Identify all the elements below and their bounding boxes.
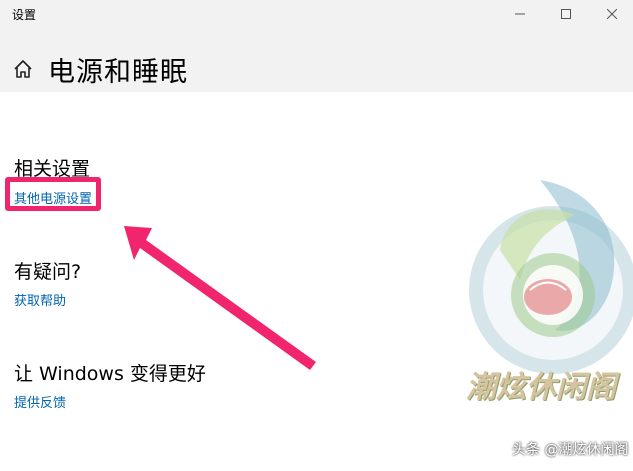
title-bar: 设置 [0, 0, 633, 28]
maximize-button[interactable] [543, 0, 589, 28]
footer-credit: 头条 @潮炫休闲阁 [512, 442, 629, 458]
watermark-text: 潮炫休闲阁 [466, 370, 616, 405]
maximize-icon [561, 9, 571, 19]
give-feedback-link[interactable]: 提供反馈 [14, 392, 66, 411]
home-icon[interactable] [12, 58, 34, 80]
improve-windows-heading: 让 Windows 变得更好 [14, 363, 206, 385]
close-button[interactable] [589, 0, 633, 28]
highlight-box [5, 177, 101, 211]
get-help-link[interactable]: 获取帮助 [14, 290, 66, 309]
minimize-button[interactable] [497, 0, 543, 28]
page-header: 电源和睡眠 [0, 28, 633, 92]
page-title: 电源和睡眠 [48, 57, 188, 88]
minimize-icon [515, 13, 525, 15]
toutiao-badge-icon [493, 440, 509, 456]
close-icon [607, 9, 617, 19]
app-title: 设置 [12, 8, 37, 22]
question-heading: 有疑问? [14, 261, 82, 283]
